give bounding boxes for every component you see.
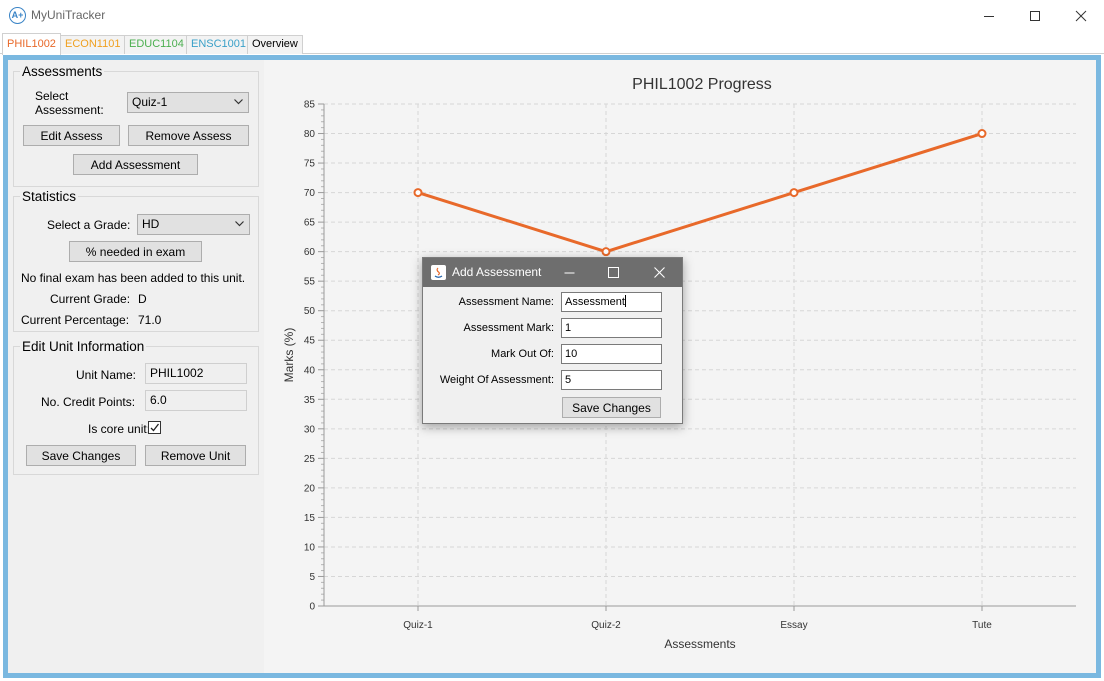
data-point xyxy=(413,188,423,198)
y-tick-label: 55 xyxy=(304,277,316,288)
y-tick-label: 75 xyxy=(304,159,316,170)
y-axis-label: Marks (%) xyxy=(282,328,296,383)
grade-select-value: HD xyxy=(142,217,160,231)
save-unit-button[interactable]: Save Changes xyxy=(26,445,136,466)
close-icon xyxy=(653,267,665,278)
x-tick-label: Essay xyxy=(780,620,807,631)
dialog-save-button[interactable]: Save Changes xyxy=(562,397,661,418)
checkmark-icon xyxy=(150,423,160,432)
tab-phil1002[interactable]: PHIL1002 xyxy=(2,33,61,55)
tab-educ1104[interactable]: EDUC1104 xyxy=(124,35,189,54)
close-icon xyxy=(1075,10,1087,22)
percent-needed-button[interactable]: % needed in exam xyxy=(69,241,202,262)
minimize-icon xyxy=(564,272,574,274)
assessments-group-title: Assessments xyxy=(22,64,103,79)
assessment-select[interactable]: Quiz-1 xyxy=(127,92,249,113)
y-tick-label: 5 xyxy=(309,572,315,583)
close-button[interactable] xyxy=(1058,0,1104,32)
y-tick-label: 70 xyxy=(304,188,316,199)
y-tick-label: 85 xyxy=(304,100,316,111)
data-point xyxy=(977,129,987,139)
x-tick-label: Quiz-1 xyxy=(403,620,433,631)
chevron-down-icon xyxy=(234,99,243,105)
unit-name-label: Unit Name: xyxy=(76,368,137,382)
unit-tabs: PHIL1002 ECON1101 EDUC1104 ENSC1001 Over… xyxy=(0,33,1104,55)
assessment-name-input[interactable]: Assessment xyxy=(561,292,662,312)
dialog-minimize-button[interactable] xyxy=(549,258,589,287)
left-panel: Assessments Select Assessment: Quiz-1 Ed… xyxy=(8,60,264,673)
select-grade-label: Select a Grade: xyxy=(47,218,131,232)
credit-points-label: No. Credit Points: xyxy=(41,395,136,409)
x-axis-label: Assessments xyxy=(664,637,735,651)
x-tick-label: Tute xyxy=(972,620,992,631)
core-unit-label: Is core unit: xyxy=(88,422,151,436)
java-app-icon xyxy=(431,265,446,280)
minimize-button[interactable] xyxy=(966,0,1012,32)
window-title: MyUniTracker xyxy=(31,8,106,22)
y-tick-label: 50 xyxy=(304,306,316,317)
edit-assessment-button[interactable]: Edit Assess xyxy=(23,125,120,146)
assessment-mark-label: Assessment Mark: xyxy=(463,322,554,334)
current-percentage-label: Current Percentage: xyxy=(21,313,130,327)
data-point xyxy=(601,247,611,257)
minimize-icon xyxy=(984,16,994,17)
maximize-icon xyxy=(1030,11,1040,21)
dialog-maximize-button[interactable] xyxy=(593,258,633,287)
y-tick-label: 35 xyxy=(304,395,316,406)
grade-select[interactable]: HD xyxy=(137,214,250,235)
tab-overview[interactable]: Overview xyxy=(247,35,303,54)
weight-input[interactable]: 5 xyxy=(561,370,662,390)
y-tick-label: 30 xyxy=(304,424,316,435)
y-tick-label: 20 xyxy=(304,483,316,494)
y-tick-label: 80 xyxy=(304,129,316,140)
dialog-close-button[interactable] xyxy=(639,258,679,287)
current-grade-value: D xyxy=(138,292,147,306)
credit-points-input[interactable]: 6.0 xyxy=(145,390,247,411)
chevron-down-icon xyxy=(235,221,244,227)
current-grade-label: Current Grade: xyxy=(50,292,131,306)
text-cursor xyxy=(624,295,626,307)
exam-status-message: No final exam has been added to this uni… xyxy=(21,271,246,285)
window-title-bar: A+ MyUniTracker xyxy=(0,0,1104,32)
core-unit-checkbox[interactable] xyxy=(148,421,161,434)
remove-assessment-button[interactable]: Remove Assess xyxy=(128,125,249,146)
assessment-name-value: Assessment xyxy=(565,296,625,308)
add-assessment-button[interactable]: Add Assessment xyxy=(73,154,198,175)
maximize-button[interactable] xyxy=(1012,0,1058,32)
tab-ensc1001[interactable]: ENSC1001 xyxy=(186,35,252,54)
select-assessment-label: Select Assessment: xyxy=(35,89,104,117)
y-tick-label: 60 xyxy=(304,247,316,258)
chart-title: PHIL1002 Progress xyxy=(632,76,772,93)
weight-label: Weight Of Assessment: xyxy=(439,374,554,386)
mark-out-of-label: Mark Out Of: xyxy=(491,348,554,360)
assessment-name-label: Assessment Name: xyxy=(458,296,554,308)
x-tick-label: Quiz-2 xyxy=(591,620,621,631)
unit-name-input[interactable]: PHIL1002 xyxy=(145,363,247,384)
y-tick-label: 25 xyxy=(304,454,316,465)
current-percentage-value: 71.0 xyxy=(138,313,162,327)
mark-out-of-input[interactable]: 10 xyxy=(561,344,662,364)
assessment-mark-input[interactable]: 1 xyxy=(561,318,662,338)
remove-unit-button[interactable]: Remove Unit xyxy=(145,445,246,466)
y-tick-label: 0 xyxy=(309,602,315,613)
y-tick-label: 10 xyxy=(304,542,316,553)
assessment-select-value: Quiz-1 xyxy=(132,95,168,109)
app-logo-icon: A+ xyxy=(9,7,26,24)
y-tick-label: 45 xyxy=(304,336,316,347)
add-assessment-dialog: Add Assessment Assessment Name: Assessme… xyxy=(422,257,683,424)
dialog-title-bar: Add Assessment xyxy=(423,258,682,287)
y-tick-label: 65 xyxy=(304,218,316,229)
maximize-icon xyxy=(607,267,619,278)
dialog-title: Add Assessment xyxy=(452,265,542,279)
statistics-group-title: Statistics xyxy=(22,189,77,204)
unit-info-group-title: Edit Unit Information xyxy=(22,339,145,354)
data-point xyxy=(789,188,799,198)
y-tick-label: 40 xyxy=(304,365,316,376)
tab-econ1101[interactable]: ECON1101 xyxy=(60,35,126,54)
y-tick-label: 15 xyxy=(304,513,316,524)
